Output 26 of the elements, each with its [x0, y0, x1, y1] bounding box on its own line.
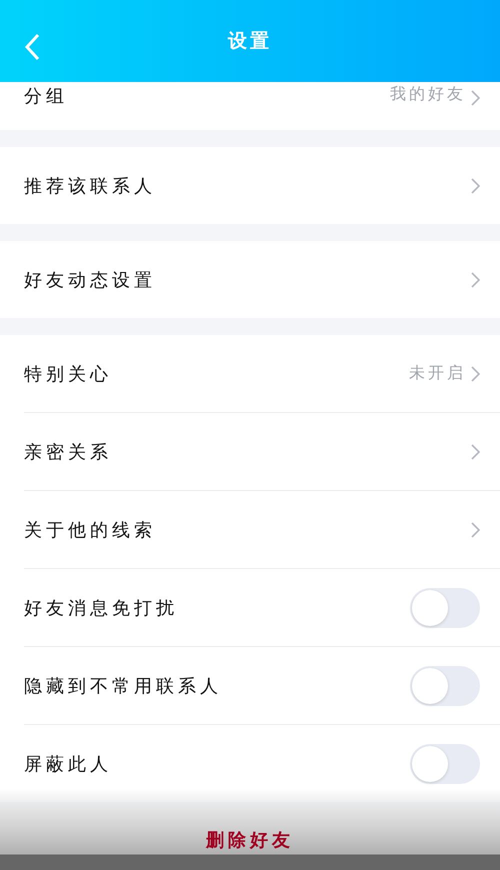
- toggle-switch[interactable]: [410, 744, 480, 784]
- row-label: 分组: [24, 85, 69, 108]
- chevron-right-icon: [470, 366, 480, 382]
- row-label: 推荐该联系人: [24, 174, 157, 198]
- row-label: 好友消息免打扰: [24, 596, 179, 620]
- toggle-switch[interactable]: [410, 588, 480, 628]
- row-label: 关于他的线索: [24, 518, 157, 542]
- toggle-switch[interactable]: [410, 666, 480, 706]
- settings-row[interactable]: 亲密关系: [24, 413, 500, 491]
- chevron-right-icon: [470, 90, 480, 106]
- row-label: 特别关心: [24, 362, 113, 386]
- chevron-right-icon: [470, 178, 480, 194]
- row-value: 我的好友: [390, 84, 466, 105]
- row-label: 隐藏到不常用联系人: [24, 674, 223, 698]
- row-value: 未开启: [409, 363, 466, 384]
- page-title: 设置: [228, 29, 272, 54]
- settings-row[interactable]: 特别关心 未开启: [24, 335, 500, 413]
- row-label: 亲密关系: [24, 440, 113, 464]
- settings-row[interactable]: 关于他的线索: [24, 491, 500, 569]
- chevron-right-icon: [470, 522, 480, 538]
- back-icon[interactable]: [24, 33, 40, 61]
- row-label: 好友动态设置: [24, 268, 157, 292]
- row-label: 屏蔽此人: [24, 752, 113, 776]
- chevron-right-icon: [470, 272, 480, 288]
- delete-friend-button[interactable]: 删除好友: [206, 828, 294, 854]
- chevron-right-icon: [470, 444, 480, 460]
